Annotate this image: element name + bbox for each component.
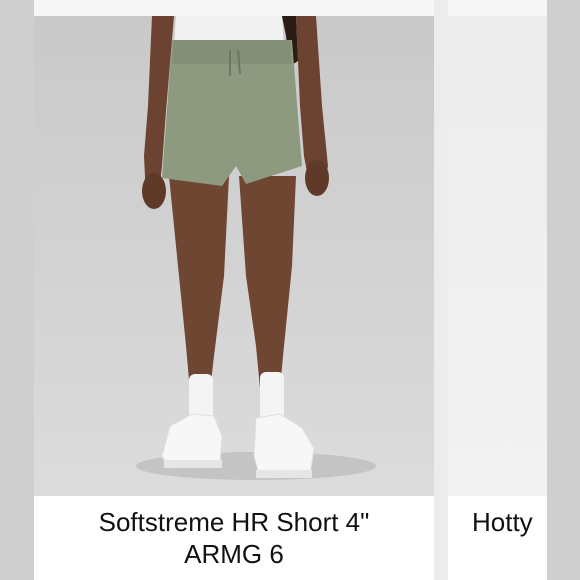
next-product-card[interactable]: Hotty — [448, 0, 547, 580]
product-title[interactable]: Softstreme HR Short 4" ARMG 6 — [34, 506, 434, 570]
card-gap — [434, 0, 448, 580]
product-image[interactable] — [34, 16, 434, 496]
product-photo-illustration — [136, 16, 376, 480]
product-title-line-2: ARMG 6 — [184, 539, 284, 569]
next-product-image[interactable] — [448, 16, 547, 496]
product-card[interactable]: Softstreme HR Short 4" ARMG 6 — [34, 0, 434, 580]
left-edge — [0, 0, 34, 580]
product-title-line-1: Softstreme HR Short 4" — [98, 507, 370, 537]
card-top-bar — [34, 0, 434, 16]
next-product-title[interactable]: Hotty — [472, 506, 533, 538]
next-card-top-bar — [448, 0, 547, 16]
right-edge — [547, 0, 580, 580]
